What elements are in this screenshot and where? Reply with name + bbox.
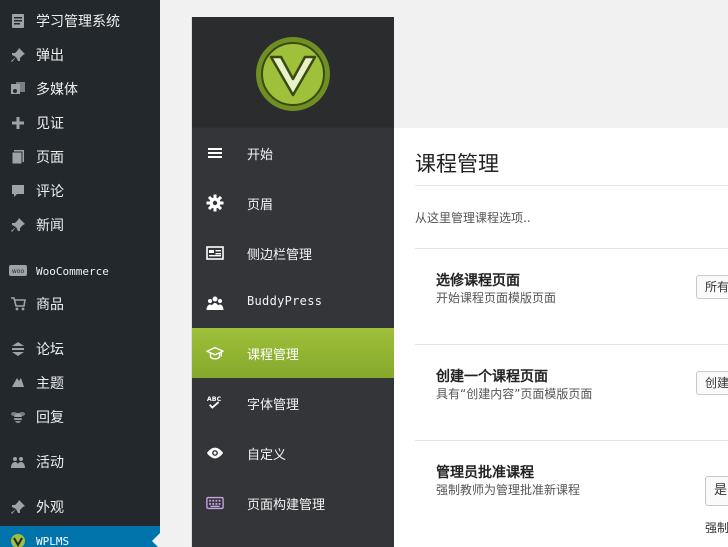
media-icon <box>9 80 27 98</box>
nav-item-sidebars[interactable]: 侧边栏管理 <box>192 228 394 279</box>
active-indicator <box>152 533 160 547</box>
menu-item-woocommerce[interactable]: woo WooCommerce <box>0 256 160 286</box>
keyboard-icon <box>206 494 224 512</box>
menu-item-label: 弹出 <box>36 48 64 64</box>
option-description: 开始课程页面模版页面 <box>436 291 557 305</box>
nav-item-label: 字体管理 <box>247 398 300 413</box>
pin-icon <box>9 498 27 516</box>
pin-icon <box>9 46 27 64</box>
option-description: 具有“创建内容”页面模版页面 <box>436 387 593 401</box>
nav-item-label: 侧边栏管理 <box>247 248 313 263</box>
nav-item-header[interactable]: 页眉 <box>192 178 394 229</box>
nav-item-label: BuddyPress <box>247 294 323 308</box>
menu-item-popups[interactable]: 弹出 <box>0 40 160 70</box>
nav-item-label: 开始 <box>247 148 274 163</box>
admin-approve-select[interactable]: 是 <box>705 476 728 506</box>
logo-area <box>192 17 394 127</box>
course-page-select[interactable]: 所有 <box>696 275 728 299</box>
menu-item-lms[interactable]: 学习管理系统 <box>0 6 160 36</box>
menu-item-label: 主题 <box>36 376 64 392</box>
nav-item-page-builder[interactable]: 页面构建管理 <box>192 478 394 529</box>
menu-item-label: 论坛 <box>36 342 64 358</box>
eye-icon <box>206 444 224 462</box>
svg-text:ABC: ABC <box>207 396 222 403</box>
nav-item-more[interactable] <box>192 528 394 547</box>
admin-sidebar: 学习管理系统 弹出 多媒体 见证 页面 评论 新闻 woo WooCommerc… <box>0 0 160 547</box>
nav-item-fonts[interactable]: ABC 字体管理 <box>192 378 394 429</box>
option-note: 强制 <box>705 521 728 535</box>
nav-item-label: 课程管理 <box>247 348 300 363</box>
people-icon <box>206 294 224 312</box>
menu-item-label: 评论 <box>36 184 64 200</box>
menu-item-label: 商品 <box>36 297 64 313</box>
menu-item-pages[interactable]: 页面 <box>0 142 160 172</box>
svg-text:woo: woo <box>12 268 25 275</box>
nav-item-customize[interactable]: 自定义 <box>192 428 394 479</box>
spellcheck-icon: ABC <box>206 394 224 412</box>
menu-item-label: WooCommerce <box>36 264 109 278</box>
menu-item-label: 多媒体 <box>36 82 78 98</box>
nav-item-buddypress[interactable]: BuddyPress <box>192 278 394 329</box>
woo-icon: woo <box>9 262 27 280</box>
menu-item-label: 回复 <box>36 410 64 426</box>
nav-item-course-management[interactable]: 课程管理 <box>192 328 394 379</box>
menu-item-label: 活动 <box>36 455 64 471</box>
page-description: 从这里管理课程选项.. <box>415 211 531 225</box>
option-title: 创建一个课程页面 <box>436 369 548 385</box>
menu-item-news[interactable]: 新闻 <box>0 210 160 240</box>
pin-icon <box>9 216 27 234</box>
wplms-icon <box>9 532 27 547</box>
divider <box>415 185 728 186</box>
create-course-page-select[interactable]: 创建 <box>696 371 728 395</box>
menu-item-label: WPLMS <box>36 534 70 547</box>
clipboard-icon <box>9 12 27 30</box>
cart-icon <box>9 295 27 313</box>
divider <box>415 440 728 441</box>
bee-icon <box>9 408 27 426</box>
activity-icon <box>9 453 27 471</box>
graduation-cap-icon <box>206 344 224 362</box>
option-description: 强制教师为管理批准新课程 <box>436 483 581 497</box>
nav-item-start[interactable]: 开始 <box>192 128 394 179</box>
options-panel: 开始 页眉 侧边栏管理 BuddyPress 课程管理 ABC 字体管理 自定义… <box>191 17 728 547</box>
menu-item-testimonials[interactable]: 见证 <box>0 108 160 138</box>
wplms-logo <box>254 35 332 113</box>
menu-item-topics[interactable]: 主题 <box>0 368 160 398</box>
option-title: 选修课程页面 <box>436 273 520 289</box>
option-title: 管理员批准课程 <box>436 465 534 481</box>
options-nav: 开始 页眉 侧边栏管理 BuddyPress 课程管理 ABC 字体管理 自定义… <box>192 17 394 547</box>
options-content: 课程管理 从这里管理课程选项.. 选修课程页面 开始课程页面模版页面 所有 创建… <box>394 128 728 547</box>
gear-icon <box>206 194 224 212</box>
pages-icon <box>9 148 27 166</box>
menu-item-label: 外观 <box>36 500 64 516</box>
divider <box>415 344 728 345</box>
nav-item-label: 自定义 <box>247 448 287 463</box>
topic-icon <box>9 374 27 392</box>
menu-item-activity[interactable]: 活动 <box>0 447 160 477</box>
nav-item-label: 页眉 <box>247 198 274 213</box>
page-title: 课程管理 <box>415 152 499 176</box>
plus-icon <box>9 114 27 132</box>
menu-item-products[interactable]: 商品 <box>0 289 160 319</box>
menu-item-appearance[interactable]: 外观 <box>0 492 160 522</box>
sidebar-icon <box>206 244 224 262</box>
menu-item-label: 学习管理系统 <box>36 14 120 30</box>
nav-item-label: 页面构建管理 <box>247 498 326 513</box>
menu-item-label: 页面 <box>36 150 64 166</box>
menu-lines-icon <box>206 144 224 162</box>
menu-item-media[interactable]: 多媒体 <box>0 74 160 104</box>
comment-icon <box>9 182 27 200</box>
menu-item-forums[interactable]: 论坛 <box>0 334 160 364</box>
options-header-bar <box>394 17 728 129</box>
menu-item-wplms[interactable]: WPLMS <box>0 526 160 547</box>
menu-item-label: 新闻 <box>36 218 64 234</box>
forum-icon <box>9 340 27 358</box>
menu-item-replies[interactable]: 回复 <box>0 402 160 432</box>
menu-item-label: 见证 <box>36 116 64 132</box>
divider <box>415 248 728 249</box>
menu-item-comments[interactable]: 评论 <box>0 176 160 206</box>
